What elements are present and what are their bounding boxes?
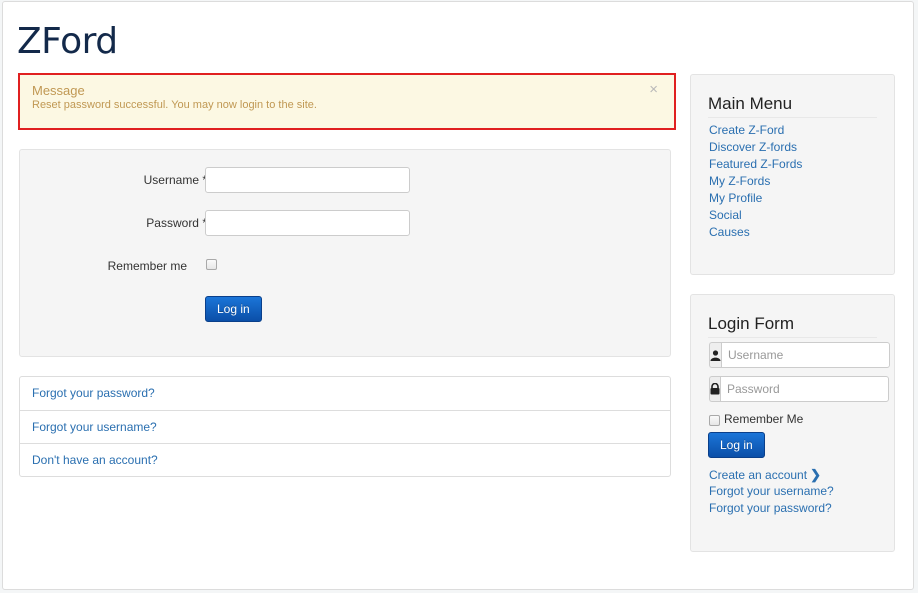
login-button[interactable]: Log in xyxy=(205,296,262,322)
main-menu-title: Main Menu xyxy=(708,94,793,113)
register-link[interactable]: Don't have an account? xyxy=(20,443,670,476)
username-field[interactable] xyxy=(205,167,410,193)
side-remember-label: Remember Me xyxy=(724,412,804,426)
side-forgot-password-link[interactable]: Forgot your password? xyxy=(709,500,832,517)
password-field[interactable] xyxy=(205,210,410,236)
login-form: Username * Password * Remember me Log in xyxy=(19,149,671,357)
login-help-links: Forgot your password? Forgot your userna… xyxy=(19,376,671,477)
side-remember-checkbox[interactable] xyxy=(709,415,720,426)
side-password-input[interactable] xyxy=(720,376,889,402)
remember-me-checkbox[interactable] xyxy=(206,259,217,270)
alert-text: Reset password successful. You may now l… xyxy=(32,99,317,111)
chevron-right-icon: ❯ xyxy=(810,467,821,482)
login-form-title: Login Form xyxy=(708,314,794,333)
menu-item-my-profile[interactable]: My Profile xyxy=(709,190,762,207)
side-login-button[interactable]: Log in xyxy=(708,432,765,458)
create-account-link[interactable]: Create an account ❯ xyxy=(709,466,821,484)
alert-heading: Message xyxy=(32,83,85,98)
side-username-group xyxy=(709,342,890,368)
side-forgot-username-link[interactable]: Forgot your username? xyxy=(709,483,834,500)
system-message-alert: Message Reset password successful. You m… xyxy=(18,73,676,130)
menu-item-causes[interactable]: Causes xyxy=(709,224,750,241)
menu-item-discover-z-fords[interactable]: Discover Z-fords xyxy=(709,139,797,156)
lock-icon xyxy=(709,376,720,402)
site-title[interactable]: ZFord xyxy=(17,20,118,64)
side-username-input[interactable] xyxy=(721,342,890,368)
forgot-username-link[interactable]: Forgot your username? xyxy=(20,410,670,443)
password-label: Password * xyxy=(146,216,207,230)
username-label: Username * xyxy=(143,173,207,187)
menu-item-create-z-ford[interactable]: Create Z-Ford xyxy=(709,122,784,139)
divider xyxy=(708,117,877,118)
side-password-group xyxy=(709,376,889,402)
user-icon xyxy=(709,342,721,368)
menu-item-my-z-fords[interactable]: My Z-Fords xyxy=(709,173,770,190)
remember-me-label: Remember me xyxy=(107,259,187,273)
menu-item-featured-z-fords[interactable]: Featured Z-Fords xyxy=(709,156,802,173)
divider xyxy=(708,337,877,338)
forgot-password-link[interactable]: Forgot your password? xyxy=(20,377,670,410)
close-icon[interactable]: × xyxy=(649,81,658,98)
menu-item-social[interactable]: Social xyxy=(709,207,742,224)
create-account-label: Create an account xyxy=(709,468,808,482)
login-form-module: Login Form Remember Me Log in Create an … xyxy=(690,294,895,552)
main-menu-module: Main Menu Create Z-Ford Discover Z-fords… xyxy=(690,74,895,275)
